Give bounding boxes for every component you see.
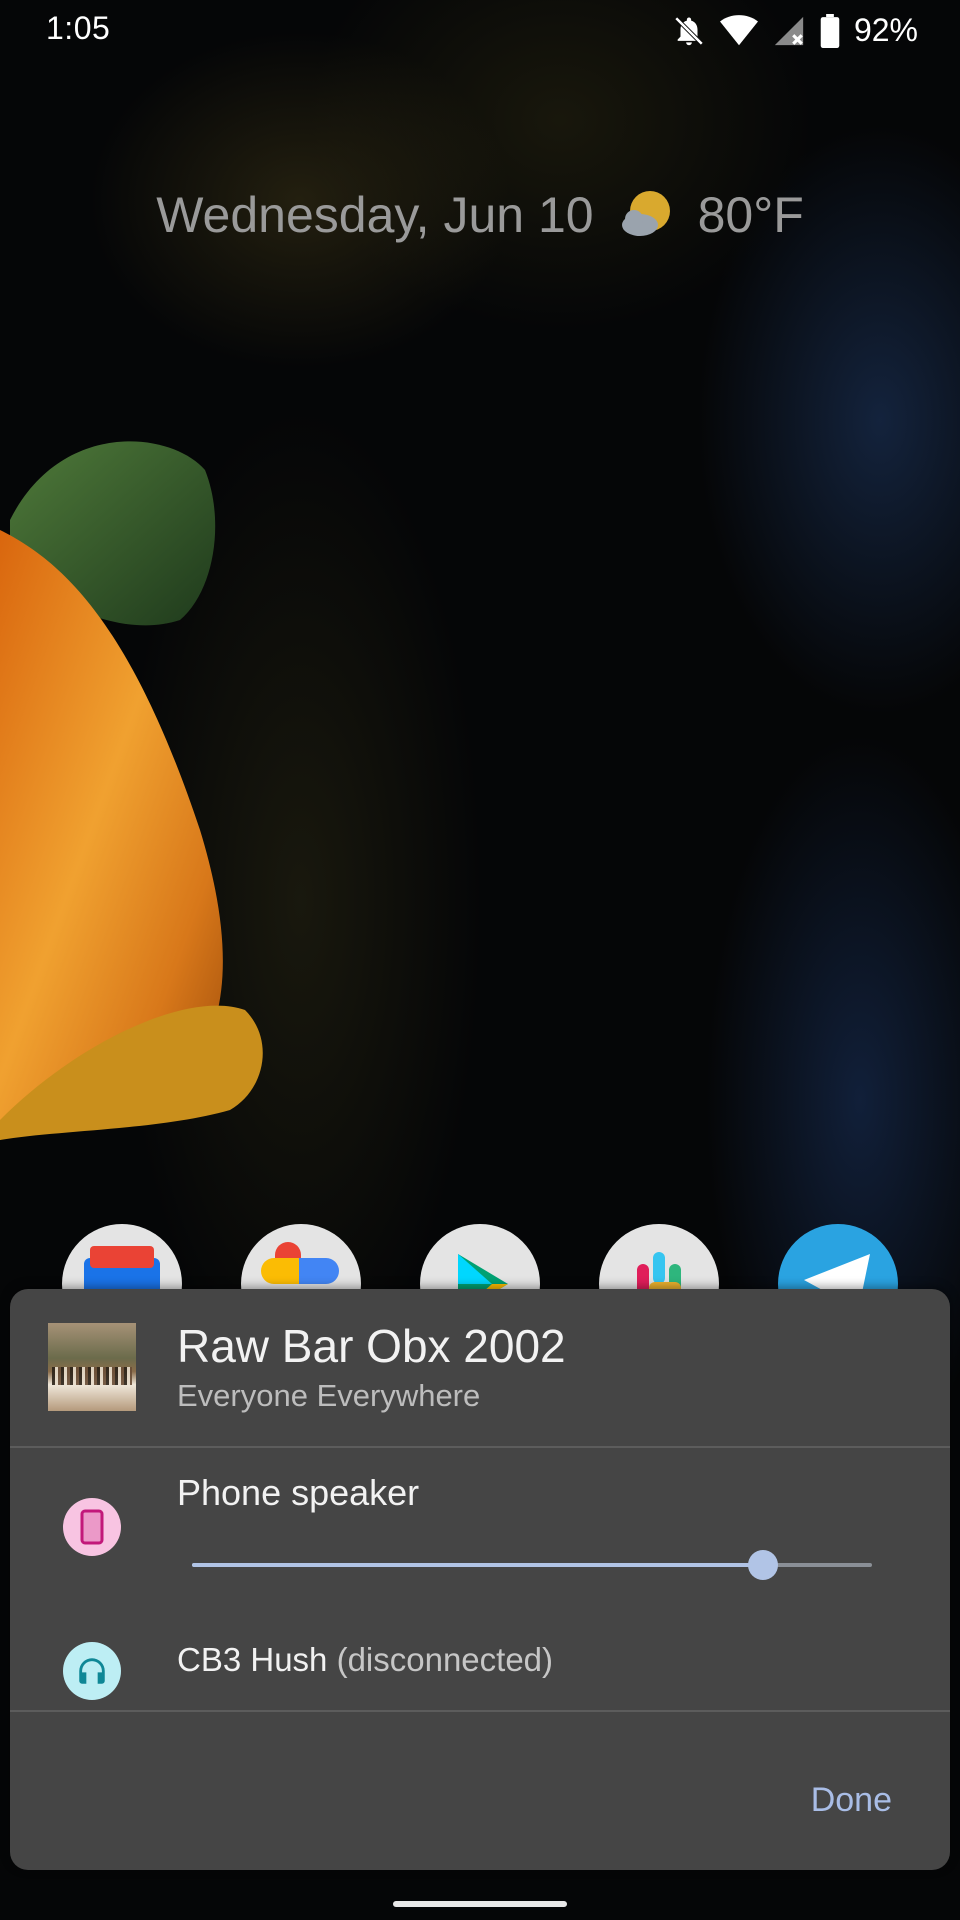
battery-icon bbox=[820, 13, 840, 48]
done-button[interactable]: Done bbox=[811, 1771, 892, 1830]
album-art bbox=[48, 1323, 136, 1411]
gesture-nav-handle[interactable] bbox=[393, 1901, 567, 1907]
app-dock bbox=[0, 1224, 960, 1344]
divider bbox=[10, 1446, 950, 1448]
status-time: 1:05 bbox=[46, 10, 111, 46]
temperature-text[interactable]: 80°F bbox=[698, 186, 804, 244]
notifications-off-icon bbox=[674, 16, 704, 45]
now-playing-row[interactable]: Raw Bar Obx 2002 Everyone Everywhere bbox=[10, 1289, 950, 1447]
divider bbox=[10, 1710, 950, 1712]
device-status: (disconnected) bbox=[336, 1641, 554, 1678]
device-name: CB3 Hush bbox=[177, 1641, 328, 1678]
volume-fill bbox=[192, 1563, 764, 1567]
status-icons: 92% bbox=[672, 12, 918, 49]
phone-icon bbox=[63, 1498, 121, 1556]
status-bar: 1:05 92% bbox=[0, 0, 960, 64]
song-title: Raw Bar Obx 2002 bbox=[177, 1320, 566, 1372]
device-row-phone-speaker[interactable]: Phone speaker bbox=[10, 1449, 950, 1627]
wifi-icon bbox=[719, 14, 758, 45]
device-label-cb3-hush: CB3 Hush (disconnected) bbox=[177, 1641, 553, 1679]
media-output-panel: Raw Bar Obx 2002 Everyone Everywhere Pho… bbox=[10, 1289, 950, 1870]
date-text[interactable]: Wednesday, Jun 10 bbox=[156, 186, 593, 244]
battery-percent: 92% bbox=[853, 12, 918, 48]
song-artist: Everyone Everywhere bbox=[177, 1378, 481, 1413]
partly-cloudy-icon bbox=[618, 187, 674, 243]
volume-thumb[interactable] bbox=[748, 1550, 779, 1580]
headphones-icon bbox=[63, 1642, 121, 1700]
at-a-glance-widget[interactable]: Wednesday, Jun 10 80°F bbox=[0, 186, 960, 244]
device-row-cb3-hush[interactable]: CB3 Hush (disconnected) bbox=[10, 1619, 950, 1723]
device-label-phone-speaker: Phone speaker bbox=[177, 1472, 420, 1513]
signal-no-service-icon bbox=[774, 16, 804, 45]
volume-slider[interactable] bbox=[192, 1550, 872, 1580]
